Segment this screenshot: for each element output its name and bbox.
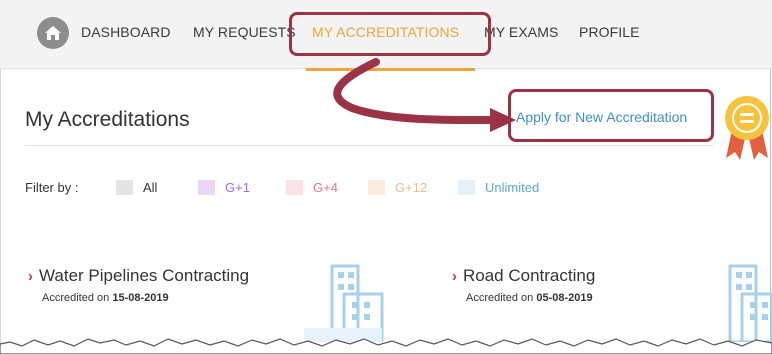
filter-all-label: All [143, 180, 158, 195]
accreditation-card-title[interactable]: › Road Contracting [452, 266, 595, 286]
accredited-prefix: Accredited on [466, 292, 537, 304]
annotation-highlight-nav [289, 12, 491, 56]
filter-g12[interactable]: G+12 [368, 180, 427, 195]
annotation-arrow [333, 58, 516, 132]
accredited-date: 15-08-2019 [112, 292, 169, 304]
home-button[interactable] [37, 17, 69, 49]
card-title-text: Road Contracting [463, 266, 596, 285]
title-divider [25, 145, 713, 146]
filter-g1-label: G+1 [225, 180, 250, 195]
filter-swatch [458, 180, 475, 195]
filter-g4[interactable]: G+4 [286, 180, 338, 195]
award-badge-icon [725, 96, 769, 160]
filter-g12-label: G+12 [395, 180, 428, 195]
card-title-text: Water Pipelines Contracting [39, 266, 250, 285]
nav-dashboard[interactable]: DASHBOARD [81, 24, 171, 40]
accredited-date: 05-08-2019 [536, 292, 593, 304]
filter-label: Filter by : [25, 180, 79, 195]
filter-unlimited[interactable]: Unlimited [458, 180, 539, 195]
home-icon [45, 26, 61, 40]
accreditation-date: Accredited on 05-08-2019 [466, 292, 593, 304]
filter-swatch [368, 180, 385, 195]
torn-edge [0, 338, 772, 354]
nav-my-requests[interactable]: MY REQUESTS [193, 24, 296, 40]
filter-swatch [116, 180, 133, 195]
chevron-right-icon: › [452, 268, 457, 285]
annotation-highlight-apply [508, 89, 714, 142]
accreditation-date: Accredited on 15-08-2019 [42, 292, 169, 304]
filter-unlimited-label: Unlimited [485, 180, 540, 195]
accredited-prefix: Accredited on [42, 292, 113, 304]
page-title: My Accreditations [25, 108, 190, 131]
chevron-right-icon: › [28, 268, 33, 285]
filter-all[interactable]: All [116, 180, 157, 195]
nav-profile[interactable]: PROFILE [579, 24, 640, 40]
nav-my-exams[interactable]: MY EXAMS [484, 24, 558, 40]
filter-g4-label: G+4 [313, 180, 338, 195]
filter-swatch [286, 180, 303, 195]
filter-g1[interactable]: G+1 [198, 180, 250, 195]
filter-swatch [198, 180, 215, 195]
accreditation-card-title[interactable]: › Water Pipelines Contracting [28, 266, 249, 286]
